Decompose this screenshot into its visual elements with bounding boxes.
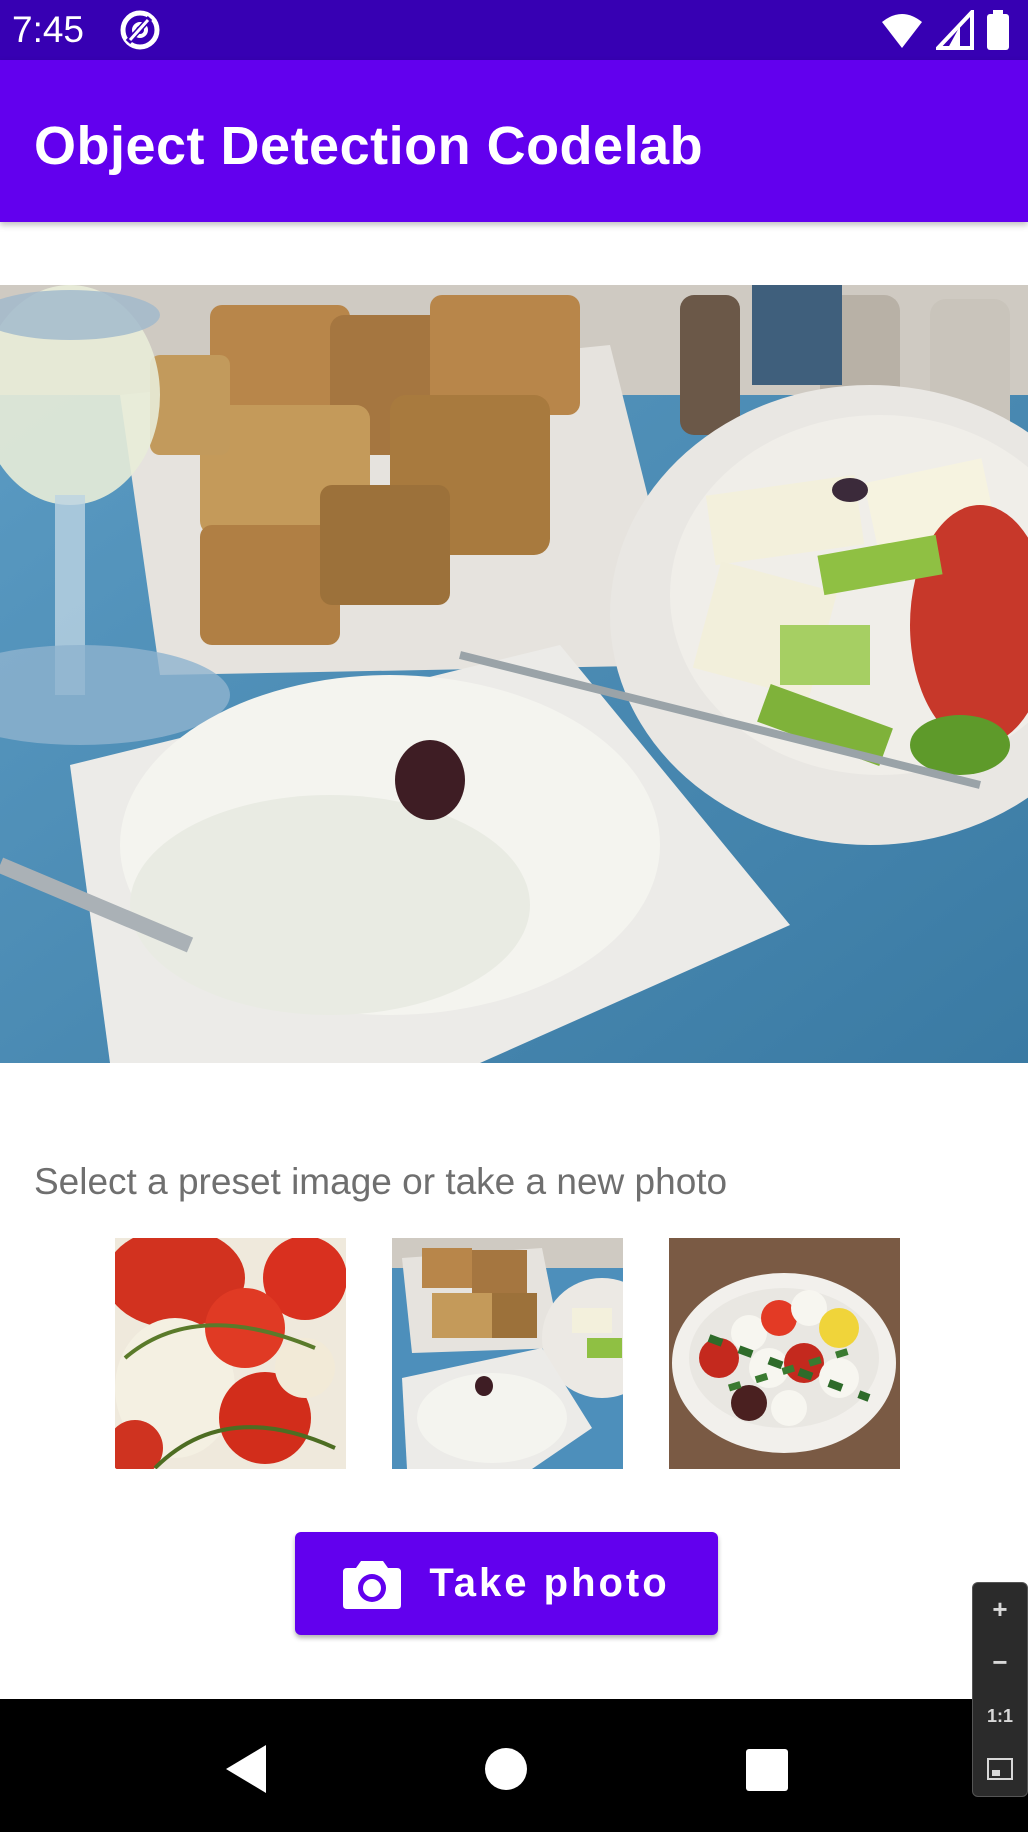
zoom-out-icon[interactable]: − [978, 1641, 1022, 1685]
fit-screen-glyph [987, 1758, 1013, 1781]
greek-food-photo [0, 285, 1028, 1063]
app-title: Object Detection Codelab [34, 116, 704, 176]
recents-icon[interactable] [736, 1739, 796, 1799]
take-photo-label: Take photo [429, 1561, 670, 1605]
app-bar: Object Detection Codelab [0, 60, 1028, 222]
navigation-bar [0, 1699, 1028, 1832]
tomatoes-thumbnail [115, 1238, 346, 1469]
battery-icon [987, 10, 1009, 50]
preset-image-tomatoes[interactable] [115, 1238, 346, 1469]
app-notification-icon [120, 10, 160, 50]
back-icon[interactable] [218, 1739, 278, 1799]
main-image [0, 285, 1028, 1063]
preset-image-caprese[interactable] [669, 1238, 900, 1469]
actual-size-icon[interactable]: 1:1 [978, 1694, 1022, 1738]
zoom-in-icon[interactable]: + [978, 1588, 1022, 1632]
home-icon[interactable] [476, 1739, 536, 1799]
status-icons [880, 8, 1010, 52]
status-time: 7:45 [12, 9, 85, 50]
take-photo-button[interactable]: Take photo [295, 1532, 718, 1635]
caprese-thumbnail [669, 1238, 900, 1469]
preset-image-greek-food[interactable] [392, 1238, 623, 1469]
zoom-controls: + − 1:1 [972, 1582, 1028, 1797]
fit-screen-icon[interactable] [978, 1747, 1022, 1791]
camera-icon [343, 1560, 402, 1609]
signal-icon [936, 10, 974, 50]
wifi-icon [882, 14, 922, 48]
instruction-text: Select a preset image or take a new phot… [34, 1161, 728, 1202]
status-bar: 7:45 [0, 0, 1028, 60]
greek-food-thumbnail [392, 1238, 623, 1469]
